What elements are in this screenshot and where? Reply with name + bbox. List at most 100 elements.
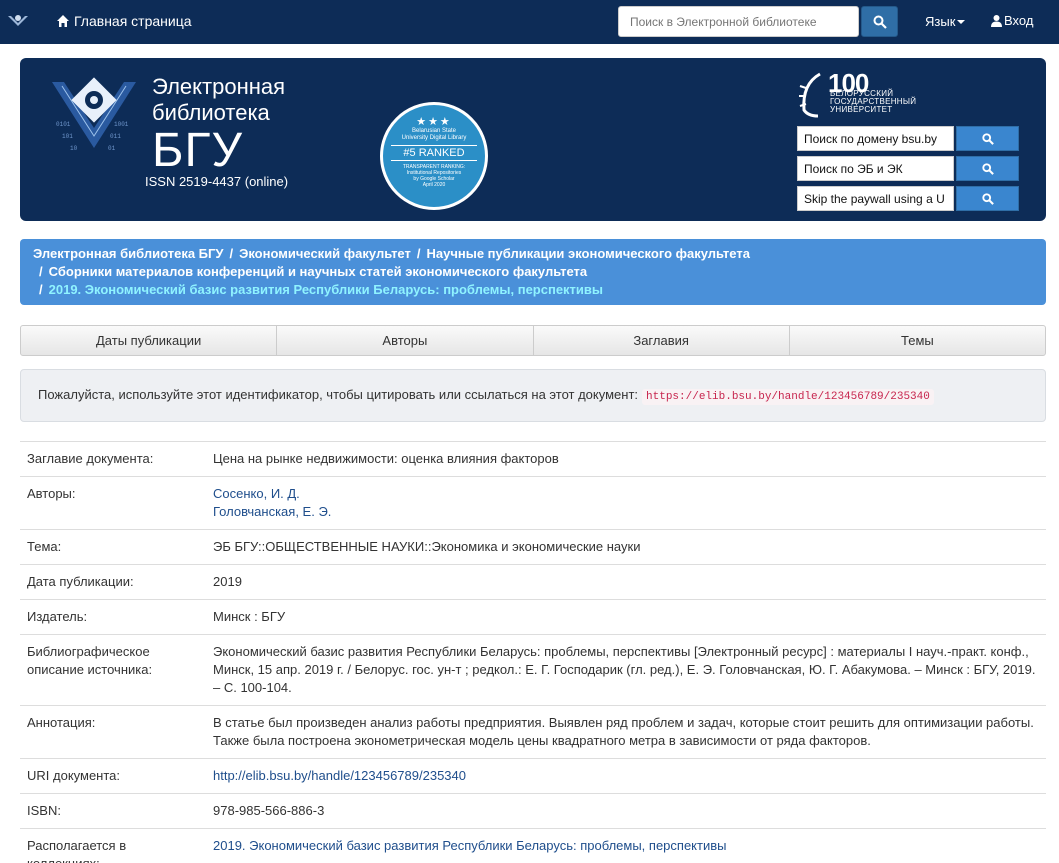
ranking-badge[interactable]: ★★★ Belarusian State University Digital … [380,102,488,210]
svg-text:011: 011 [110,133,121,140]
uri-label: URI документа: [20,758,206,794]
publisher-label: Издатель: [20,599,206,635]
search-icon [981,192,994,205]
uri-link[interactable]: http://elib.bsu.by/handle/123456789/2353… [213,767,1039,785]
uri-value: http://elib.bsu.by/handle/123456789/2353… [206,758,1046,794]
breadcrumb-item-library[interactable]: Электронная библиотека БГУ [33,246,223,261]
language-dropdown[interactable]: Язык [925,14,966,29]
svg-text:1001: 1001 [114,121,129,128]
citation-url[interactable]: https://elib.bsu.by/handle/123456789/235… [642,389,934,405]
search-icon [981,162,994,175]
author-link[interactable]: Головчанская, Е. Э. [213,503,1039,521]
breadcrumb-item-faculty[interactable]: Экономический факультет [239,246,411,261]
library-emblem-icon[interactable]: 0101 1001 101 011 10 01 [48,76,140,168]
table-row: Издатель: Минск : БГУ [20,599,1046,635]
citation-label: Библиографическое описание источника: [20,634,206,706]
library-title-line3: БГУ [152,124,243,177]
abstract-label: Аннотация: [20,705,206,759]
table-row: ISBN: 978-985-566-886-3 [20,793,1046,829]
catalog-search-button[interactable] [956,156,1019,181]
badge-line1: Belarusian State [411,128,457,134]
date-value: 2019 [206,564,1046,600]
breadcrumb-row-3: / 2019. Экономический базис развития Респ… [33,281,1033,299]
svg-text:01: 01 [108,145,116,152]
breadcrumb-row-2: / Сборники материалов конференций и научн… [33,263,1033,281]
library-logo-icon[interactable] [6,10,30,34]
paywall-search-button[interactable] [956,186,1019,211]
authors-value: Сосенко, И. Д. Головчанская, Е. Э. [206,476,1046,530]
collections-value: 2019. Экономический базис развития Респу… [206,828,1046,863]
breadcrumb-item-publications[interactable]: Научные публикации экономического факуль… [426,246,749,261]
citation-label-line2: описание источника: [27,662,153,677]
search-icon [873,15,887,29]
table-row: Библиографическое описание источника: Эк… [20,634,1046,706]
title-value: Цена на рынке недвижимости: оценка влиян… [206,441,1046,477]
table-row: Тема: ЭБ БГУ::ОБЩЕСТВЕННЫЕ НАУКИ::Эконом… [20,529,1046,565]
browse-tabs: Даты публикации Авторы Заглавия Темы [20,325,1046,356]
subject-value: ЭБ БГУ::ОБЩЕСТВЕННЫЕ НАУКИ::Экономика и … [206,529,1046,565]
citation-instruction: Пожалуйста, используйте этот идентификат… [38,387,639,402]
breadcrumb: Электронная библиотека БГУ / Экономический… [20,239,1046,305]
home-icon [57,15,69,27]
date-label: Дата публикации: [20,564,206,600]
library-title: Электронная библиотека БГУ [152,74,285,176]
citation-identifier-box: Пожалуйста, используйте этот идентификат… [20,369,1046,422]
table-row: Располагается в коллекциях: 2019. Эконом… [20,828,1046,863]
table-row: Дата публикации: 2019 [20,564,1046,600]
bsu-domain-search-input[interactable] [797,126,954,151]
paywall-search-input[interactable] [797,186,954,211]
item-metadata-table: Заглавие документа: Цена на рынке недвиж… [20,441,1046,863]
tab-authors[interactable]: Авторы [277,326,534,355]
publisher-value: Минск : БГУ [206,599,1046,635]
svg-text:101: 101 [62,133,73,140]
search-icon [981,132,994,145]
isbn-value: 978-985-566-886-3 [206,793,1046,829]
table-row: URI документа: http://elib.bsu.by/handle… [20,758,1046,794]
header-banner: 0101 1001 101 011 10 01 Электронная библиот… [20,58,1046,221]
breadcrumb-item-current[interactable]: 2019. Экономический базис развития Респу… [49,282,603,297]
bsu-domain-search-button[interactable] [956,126,1019,151]
tab-subjects[interactable]: Темы [790,326,1045,355]
authors-label: Авторы: [20,476,206,530]
login-link[interactable]: Вход [990,13,1033,28]
breadcrumb-separator: / [39,264,43,279]
breadcrumb-separator: / [416,246,421,261]
issn-text: ISSN 2519-4437 (online) [145,174,289,189]
chevron-down-icon [957,20,966,24]
citation-value: Экономический базис развития Республики … [206,634,1046,706]
bsu-logo-line3: УНИВЕРСИТЕТ [830,105,893,114]
breadcrumb-row-1: Электронная библиотека БГУ / Экономический… [33,245,1033,263]
isbn-label: ISBN: [20,793,206,829]
title-label: Заглавие документа: [20,441,206,477]
site-search-input[interactable] [618,6,859,37]
table-row: Заглавие документа: Цена на рынке недвиж… [20,441,1046,477]
table-row: Авторы: Сосенко, И. Д. Головчанская, Е. … [20,476,1046,530]
svg-text:10: 10 [70,145,78,152]
table-row: Аннотация: В статье был произведен анали… [20,705,1046,759]
citation-label-line1: Библиографическое [27,644,150,659]
breadcrumb-separator: / [39,282,43,297]
badge-stars: ★★★ [416,116,452,128]
svg-text:0101: 0101 [56,121,71,128]
collections-label: Располагается в коллекциях: [20,828,206,863]
breadcrumb-item-collections[interactable]: Сборники материалов конференций и научны… [49,264,588,279]
language-label: Язык [925,14,956,29]
subject-label: Тема: [20,529,206,565]
catalog-search-input[interactable] [797,156,954,181]
badge-rank: #5 RANKED [391,145,477,161]
login-label: Вход [1004,13,1034,28]
tab-titles[interactable]: Заглавия [534,326,790,355]
badge-line2: University Digital Library [401,135,467,141]
site-search-button[interactable] [861,6,898,37]
home-link[interactable]: Главная страница [56,13,192,29]
top-navbar: Главная страница Язык Вход [0,0,1059,44]
collection-link[interactable]: 2019. Экономический базис развития Респу… [213,837,1039,855]
breadcrumb-separator: / [229,246,234,261]
badge-line6: April 2020 [422,182,446,188]
author-link[interactable]: Сосенко, И. Д. [213,485,1039,503]
bsu-logo[interactable]: 100 БЕЛОРУССКИЙ ГОСУДАРСТВЕННЫЙ УНИВЕРСИ… [796,68,936,120]
home-link-label: Главная страница [74,13,192,29]
bsu-logo-text: БЕЛОРУССКИЙ ГОСУДАРСТВЕННЫЙ УНИВЕРСИТЕТ [830,90,916,114]
library-title-line1: Электронная [152,74,286,99]
tab-publication-dates[interactable]: Даты публикации [21,326,278,355]
